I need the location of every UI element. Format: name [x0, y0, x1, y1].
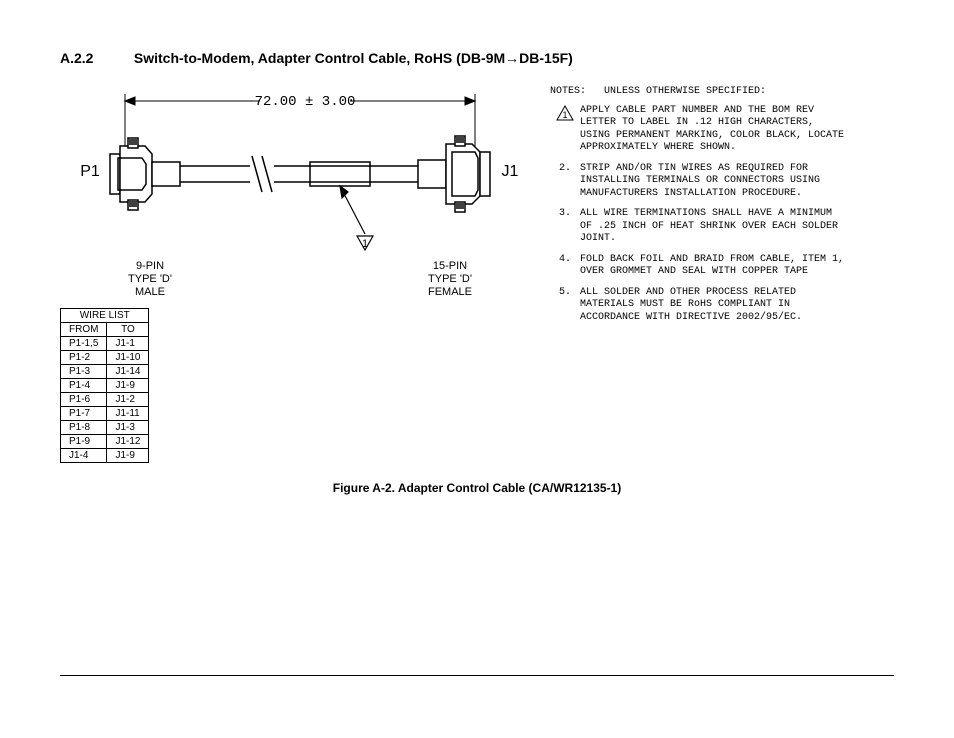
figure-caption: Figure A-2. Adapter Control Cable (CA/WR…: [60, 481, 894, 495]
note-row: 3.ALL WIRE TERMINATIONS SHALL HAVE A MIN…: [550, 208, 850, 246]
note-number: 4.: [550, 254, 580, 279]
note-text: APPLY CABLE PART NUMBER AND THE BOM REV …: [580, 105, 850, 155]
wire-list-row: P1-2J1-10: [61, 350, 149, 364]
heading-text: Switch-to-Modem, Adapter Control Cable, …: [134, 50, 573, 66]
note-text: STRIP AND/OR TIN WIRES AS REQUIRED FOR I…: [580, 163, 850, 201]
notes-column: NOTES: UNLESS OTHERWISE SPECIFIED: 1 APPL…: [550, 86, 850, 332]
wire-list-table: WIRE LIST FROM TO P1-1,5J1-1P1-2J1-10P1-…: [60, 308, 149, 463]
cable-drawing-svg: 72.00 ± 3.00 P1 J1: [60, 86, 530, 256]
notes-subhead: UNLESS OTHERWISE SPECIFIED:: [604, 86, 766, 97]
note-number: 5.: [550, 287, 580, 325]
note-text: ALL WIRE TERMINATIONS SHALL HAVE A MINIM…: [580, 208, 850, 246]
dimension-text: 72.00 ± 3.00: [255, 94, 356, 110]
wire-list-row: P1-3J1-14: [61, 364, 149, 378]
section-heading: A.2.2 Switch-to-Modem, Adapter Control C…: [60, 50, 894, 66]
wire-list-from-header: FROM: [61, 322, 107, 336]
note-number: 2.: [550, 163, 580, 201]
connector-descriptions: 9-PIN TYPE 'D' MALE 15-PIN TYPE 'D' FEMA…: [60, 260, 530, 300]
cable-figure: 72.00 ± 3.00 P1 J1: [60, 86, 530, 463]
left-connector-desc: 9-PIN TYPE 'D' MALE: [110, 260, 190, 300]
note-text: ALL SOLDER AND OTHER PROCESS RELATED MAT…: [580, 287, 850, 325]
svg-text:1: 1: [562, 110, 567, 120]
wire-list-row: P1-8J1-3: [61, 420, 149, 434]
note-row: 2.STRIP AND/OR TIN WIRES AS REQUIRED FOR…: [550, 163, 850, 201]
note-triangle-icon: 1: [550, 105, 580, 155]
note-row: 4.FOLD BACK FOIL AND BRAID FROM CABLE, I…: [550, 254, 850, 279]
figure-and-notes: 72.00 ± 3.00 P1 J1: [60, 86, 894, 463]
note-text: FOLD BACK FOIL AND BRAID FROM CABLE, ITE…: [580, 254, 850, 279]
right-connector-desc: 15-PIN TYPE 'D' FEMALE: [410, 260, 490, 300]
wire-list-to-header: TO: [107, 322, 149, 336]
wire-list-row: P1-1,5J1-1: [61, 336, 149, 350]
wire-list-row: P1-9J1-12: [61, 434, 149, 448]
footer-rule: [60, 675, 894, 676]
note-row: 1 APPLY CABLE PART NUMBER AND THE BOM REV…: [550, 105, 850, 155]
notes-label: NOTES:: [550, 86, 586, 97]
wire-list-title: WIRE LIST: [61, 308, 149, 322]
wire-list-row: P1-7J1-11: [61, 406, 149, 420]
note-number: 3.: [550, 208, 580, 246]
heading-number: A.2.2: [60, 50, 130, 66]
wire-list-row: P1-6J1-2: [61, 392, 149, 406]
wire-list-row: J1-4J1-9: [61, 448, 149, 462]
callout-number: 1: [362, 238, 368, 250]
note-row: 5.ALL SOLDER AND OTHER PROCESS RELATED M…: [550, 287, 850, 325]
wire-list-row: P1-4J1-9: [61, 378, 149, 392]
j1-label: J1: [502, 163, 519, 180]
p1-label: P1: [80, 163, 100, 180]
